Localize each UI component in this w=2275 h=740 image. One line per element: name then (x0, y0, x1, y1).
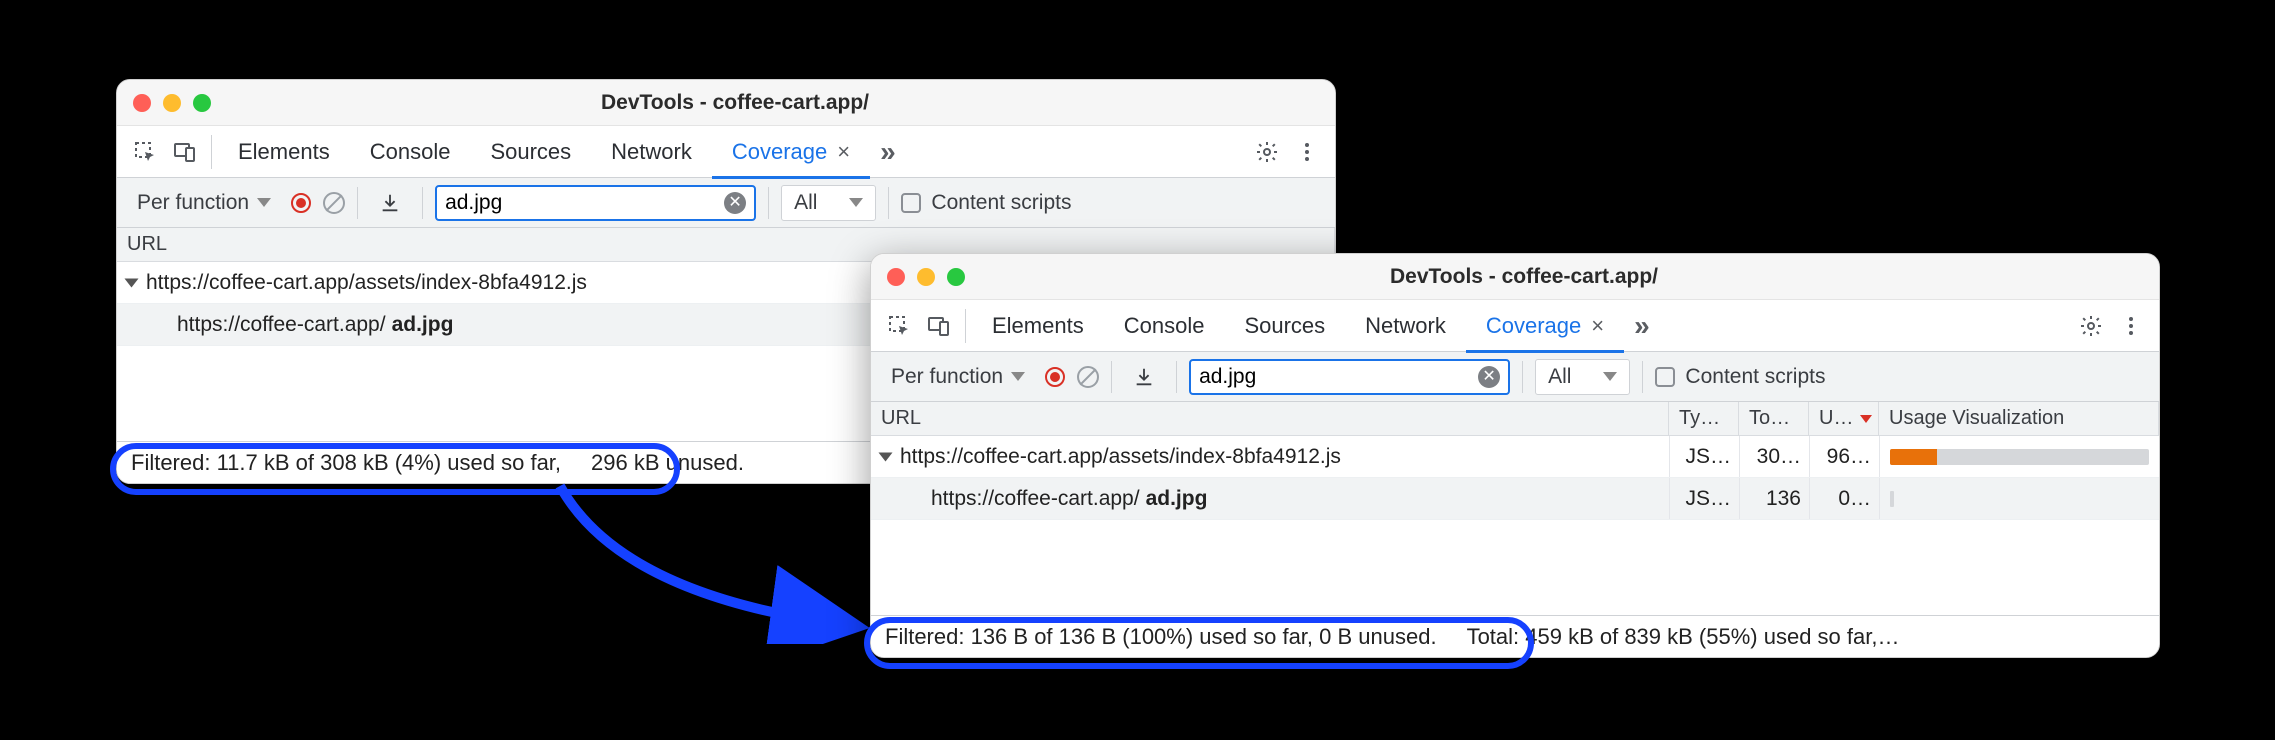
overflow-tabs-icon[interactable]: » (870, 136, 906, 168)
clear-filter-icon[interactable]: ✕ (724, 192, 746, 214)
table-rows: https://coffee-cart.app/assets/index-8bf… (871, 436, 2159, 520)
clear-filter-icon[interactable]: ✕ (1478, 366, 1500, 388)
status-bar: Filtered: 136 B of 136 B (100%) used so … (871, 615, 2159, 657)
tab-network[interactable]: Network (591, 126, 712, 178)
inspect-icon[interactable] (125, 132, 165, 172)
clear-button[interactable] (323, 192, 345, 214)
content-scripts-label: Content scripts (931, 191, 1071, 215)
export-icon[interactable] (1124, 357, 1164, 397)
row-url-match: ad.jpg (392, 313, 454, 337)
col-visualization[interactable]: Usage Visualization (1879, 402, 2159, 435)
tab-sources[interactable]: Sources (470, 126, 591, 178)
table-row[interactable]: https://coffee-cart.app/ad.jpg JS… 136 0… (871, 478, 2159, 520)
col-type[interactable]: Ty… (1669, 402, 1739, 435)
tab-strip: Elements Console Sources Network Coverag… (117, 126, 1335, 178)
chevron-down-icon (257, 198, 271, 207)
gear-icon[interactable] (1247, 132, 1287, 172)
status-tail: 296 kB unused. (591, 450, 744, 476)
cell-type: JS… (1669, 478, 1739, 519)
chevron-down-icon (849, 198, 863, 207)
device-toggle-icon[interactable] (919, 306, 959, 346)
close-panel-icon[interactable]: × (1591, 313, 1604, 339)
table-row[interactable]: https://coffee-cart.app/assets/index-8bf… (871, 436, 2159, 478)
close-icon[interactable] (133, 94, 151, 112)
col-total[interactable]: To… (1739, 402, 1809, 435)
inspect-icon[interactable] (879, 306, 919, 346)
chevron-down-icon (1603, 372, 1617, 381)
tab-console[interactable]: Console (1104, 300, 1225, 352)
content-scripts-checkbox[interactable]: Content scripts (901, 191, 1071, 215)
status-filtered: Filtered: 136 B of 136 B (100%) used so … (885, 624, 1437, 650)
tab-coverage[interactable]: Coverage × (712, 126, 870, 178)
row-url-match: ad.jpg (1146, 487, 1208, 511)
tab-console[interactable]: Console (350, 126, 471, 178)
cell-total: 136 (1739, 478, 1809, 519)
status-total: Total: 459 kB of 839 kB (55%) used so fa… (1467, 624, 1900, 650)
url-filter-field[interactable] (445, 191, 716, 215)
content-scripts-label: Content scripts (1685, 365, 1825, 389)
granularity-label: Per function (137, 191, 249, 215)
tab-strip: Elements Console Sources Network Coverag… (871, 300, 2159, 352)
export-icon[interactable] (370, 183, 410, 223)
tab-elements[interactable]: Elements (972, 300, 1104, 352)
tab-coverage-label: Coverage (732, 139, 827, 165)
checkbox-icon (1655, 367, 1675, 387)
clear-button[interactable] (1077, 366, 1099, 388)
window-title: DevTools - coffee-cart.app/ (151, 91, 1319, 115)
type-filter-label: All (794, 191, 817, 215)
type-filter-label: All (1548, 365, 1571, 389)
cell-unused: 96… (1809, 436, 1879, 477)
cell-visualization (1879, 478, 2159, 519)
url-filter-field[interactable] (1199, 365, 1470, 389)
arrow-icon (540, 474, 880, 644)
table-header: URL Ty… To… U… Usage Visualization (871, 402, 2159, 436)
col-url[interactable]: URL (871, 402, 1669, 435)
gear-icon[interactable] (2071, 306, 2111, 346)
kebab-icon[interactable] (1287, 132, 1327, 172)
disclosure-icon[interactable] (125, 278, 139, 287)
url-filter-input[interactable]: ✕ (435, 185, 756, 221)
tab-network[interactable]: Network (1345, 300, 1466, 352)
cell-total: 30… (1739, 436, 1809, 477)
row-url: https://coffee-cart.app/assets/index-8bf… (900, 445, 1341, 469)
titlebar: DevTools - coffee-cart.app/ (117, 80, 1335, 126)
checkbox-icon (901, 193, 921, 213)
url-filter-input[interactable]: ✕ (1189, 359, 1510, 395)
row-url: https://coffee-cart.app/assets/index-8bf… (146, 271, 587, 295)
close-panel-icon[interactable]: × (837, 139, 850, 165)
close-icon[interactable] (887, 268, 905, 286)
type-filter-dropdown[interactable]: All (1535, 359, 1630, 395)
cell-type: JS… (1669, 436, 1739, 477)
coverage-toolbar: Per function ✕ All Content scripts (871, 352, 2159, 402)
disclosure-icon[interactable] (879, 452, 893, 461)
col-unused[interactable]: U… (1809, 402, 1879, 435)
granularity-dropdown[interactable]: Per function (883, 361, 1033, 393)
tab-sources[interactable]: Sources (1224, 300, 1345, 352)
record-button[interactable] (1045, 367, 1065, 387)
row-url-prefix: https://coffee-cart.app/ (931, 487, 1140, 511)
granularity-dropdown[interactable]: Per function (129, 187, 279, 219)
cell-unused: 0… (1809, 478, 1879, 519)
tab-coverage[interactable]: Coverage × (1466, 300, 1624, 352)
content-scripts-checkbox[interactable]: Content scripts (1655, 365, 1825, 389)
record-button[interactable] (291, 193, 311, 213)
devtools-window-after: DevTools - coffee-cart.app/ Elements Con… (870, 253, 2160, 658)
status-filtered: Filtered: 11.7 kB of 308 kB (4%) used so… (131, 450, 561, 476)
chevron-down-icon (1011, 372, 1025, 381)
row-url-prefix: https://coffee-cart.app/ (177, 313, 386, 337)
coverage-toolbar: Per function ✕ All Content scripts (117, 178, 1335, 228)
tab-coverage-label: Coverage (1486, 313, 1581, 339)
device-toggle-icon[interactable] (165, 132, 205, 172)
titlebar: DevTools - coffee-cart.app/ (871, 254, 2159, 300)
cell-visualization (1879, 436, 2159, 477)
window-title: DevTools - coffee-cart.app/ (905, 265, 2143, 289)
overflow-tabs-icon[interactable]: » (1624, 310, 1660, 342)
granularity-label: Per function (891, 365, 1003, 389)
type-filter-dropdown[interactable]: All (781, 185, 876, 221)
tab-elements[interactable]: Elements (218, 126, 350, 178)
kebab-icon[interactable] (2111, 306, 2151, 346)
